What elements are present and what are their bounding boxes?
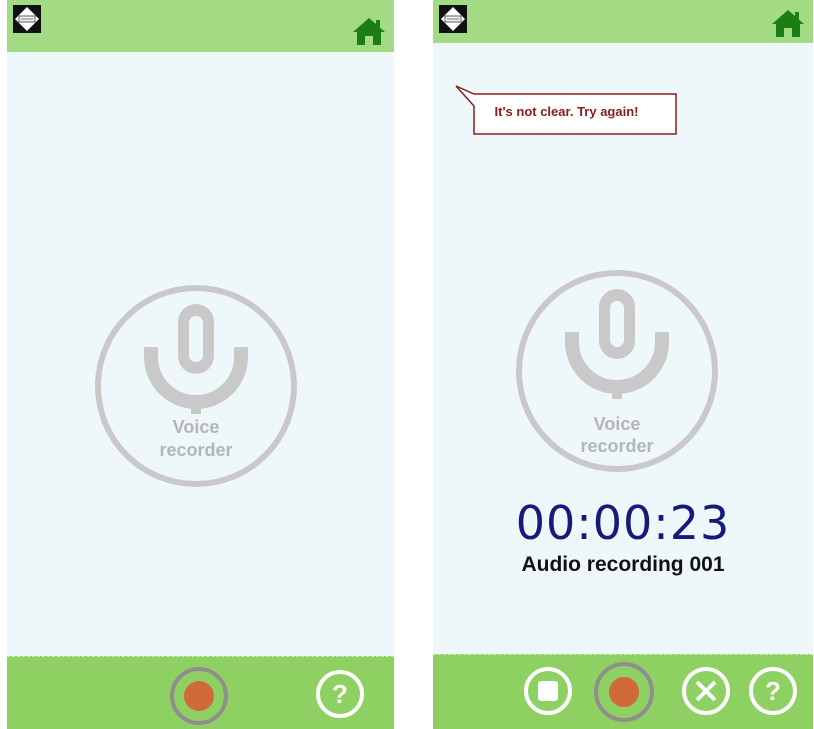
svg-text:?: ?: [765, 676, 781, 706]
app-logo-icon[interactable]: [13, 5, 41, 33]
cancel-button[interactable]: [681, 666, 731, 716]
help-button[interactable]: ?: [315, 669, 365, 719]
recording-name: Audio recording 001: [521, 553, 725, 576]
error-tooltip: It's not clear. Try again!: [454, 84, 679, 136]
stop-button[interactable]: [523, 666, 573, 716]
record-button[interactable]: [169, 666, 229, 726]
voice-recorder-screen-recording: It's not clear. Try again! Voice recorde…: [433, 0, 813, 729]
svg-text:?: ?: [332, 679, 348, 709]
bottom-toolbar: ?: [7, 656, 394, 729]
bottom-toolbar: ?: [433, 654, 813, 729]
recording-timer: 00:00:23: [515, 496, 731, 550]
tooltip-text: It's not clear. Try again!: [494, 104, 639, 119]
top-bar: [7, 0, 394, 52]
record-button[interactable]: [593, 661, 655, 723]
mic-label-line1: Voice: [172, 417, 220, 437]
home-icon[interactable]: [771, 8, 805, 38]
mic-label-line2: recorder: [159, 440, 233, 460]
mic-label-line1: Voice: [593, 414, 641, 434]
top-bar: [433, 0, 813, 43]
voice-recorder-graphic: Voice recorder: [514, 268, 720, 474]
mic-label-line2: recorder: [580, 436, 654, 456]
app-logo-icon[interactable]: [439, 5, 467, 33]
help-button[interactable]: ?: [748, 666, 798, 716]
home-icon[interactable]: [352, 16, 386, 46]
voice-recorder-screen-idle: Voice recorder ?: [7, 0, 394, 729]
voice-recorder-graphic: Voice recorder: [93, 283, 299, 489]
